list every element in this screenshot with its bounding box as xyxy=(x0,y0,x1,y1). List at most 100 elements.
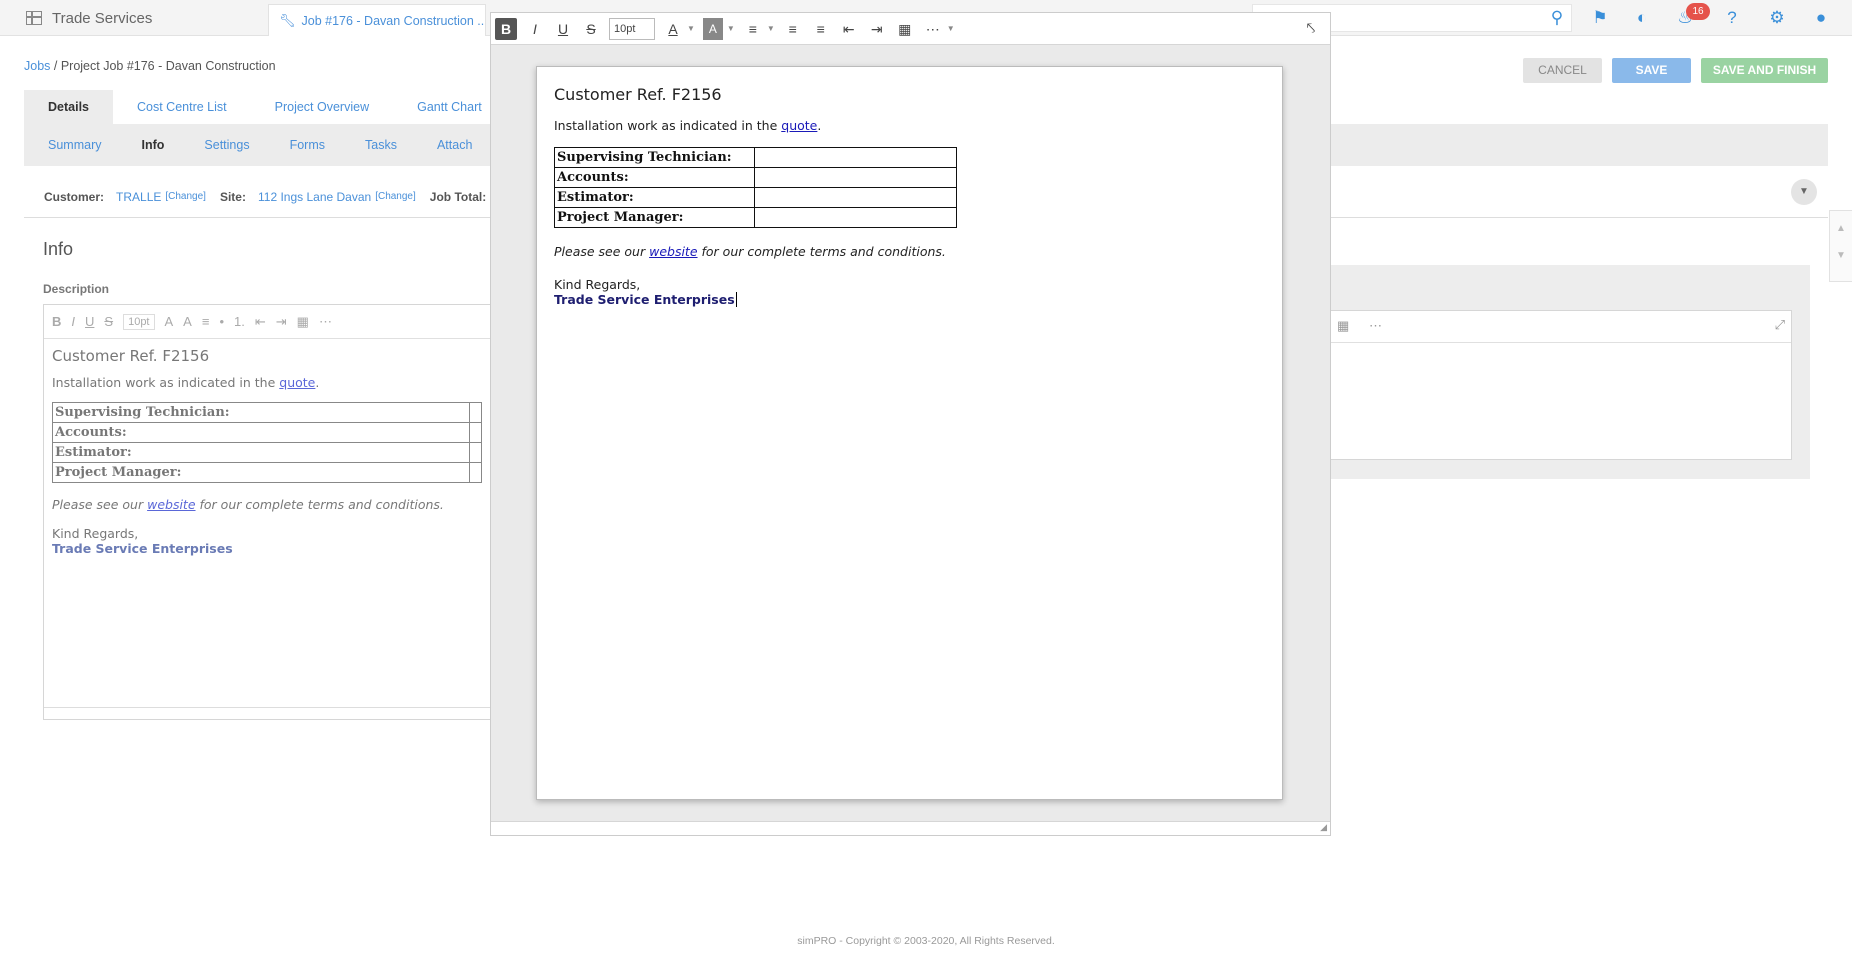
numbered-list-icon[interactable]: 1. xyxy=(234,314,245,329)
tab-gantt-chart[interactable]: Gantt Chart xyxy=(393,90,506,124)
bold-icon[interactable]: B xyxy=(52,314,61,329)
subtab-settings[interactable]: Settings xyxy=(204,138,249,152)
chevron-down-icon[interactable]: ▼ xyxy=(767,24,775,33)
tab-project-overview[interactable]: Project Overview xyxy=(251,90,393,124)
bookmark-icon[interactable]: ⚑ xyxy=(1589,7,1611,29)
subtab-summary[interactable]: Summary xyxy=(48,138,101,152)
text-color-icon[interactable]: A xyxy=(663,18,683,40)
underline-icon[interactable]: U xyxy=(553,18,573,40)
save-and-finish-button[interactable]: SAVE AND FINISH xyxy=(1701,58,1828,83)
role-label: Project Manager: xyxy=(51,462,471,483)
role-value-cell[interactable] xyxy=(469,402,482,423)
app-tab[interactable]: Trade Services xyxy=(0,0,265,36)
customer-value[interactable]: TRALLE xyxy=(116,190,161,204)
regards-text: Kind Regards, xyxy=(554,277,641,292)
collapse-toggle-button[interactable]: ▼ xyxy=(1791,179,1817,205)
numbered-list-icon[interactable]: ≡ xyxy=(811,18,831,40)
intro-paragraph: Installation work as indicated in the qu… xyxy=(554,118,822,133)
chevron-down-icon[interactable]: ▼ xyxy=(947,24,955,33)
bullet-list-icon[interactable]: • xyxy=(219,314,224,329)
fullscreen-editor[interactable]: B I U S 10pt A ▼ A ▼ ≡ ▼ ≡ ≡ ⇤ ⇥ ▦ ⋯ ▼ ⤣… xyxy=(490,12,1331,836)
description-editor-toolbar: B I U S 10pt A A ≡ • 1. ⇤ ⇥ ▦ ⋯ xyxy=(44,305,492,339)
user-icon[interactable]: ● xyxy=(1810,7,1832,29)
table-icon[interactable]: ▦ xyxy=(297,314,309,330)
exit-fullscreen-icon[interactable]: ⤣ xyxy=(1300,18,1322,40)
role-value-cell[interactable] xyxy=(469,462,482,483)
side-scroll-control[interactable]: ▲ ▼ xyxy=(1829,210,1852,282)
role-value-cell[interactable] xyxy=(754,207,957,228)
change-site-link[interactable]: [Change] xyxy=(375,191,416,202)
outdent-icon[interactable]: ⇤ xyxy=(255,314,266,330)
indent-icon[interactable]: ⇥ xyxy=(276,314,287,330)
editor-status-bar xyxy=(44,707,492,719)
search-icon[interactable]: ⚲ xyxy=(1546,7,1568,29)
table-icon[interactable]: ▦ xyxy=(1337,318,1349,334)
highlight-color-icon[interactable]: A xyxy=(702,17,723,40)
breadcrumb-separator: / xyxy=(50,59,61,73)
bold-icon[interactable]: B xyxy=(495,17,517,40)
tab-cost-centre-list[interactable]: Cost Centre List xyxy=(113,90,251,124)
align-icon[interactable]: ≡ xyxy=(202,314,210,329)
roles-table: Supervising Technician: Accounts: Estima… xyxy=(554,147,957,228)
underline-icon[interactable]: U xyxy=(85,314,94,329)
role-label: Estimator: xyxy=(51,442,471,463)
strikethrough-icon[interactable]: S xyxy=(581,18,601,40)
change-customer-link[interactable]: [Change] xyxy=(165,191,206,202)
chevron-down-icon[interactable]: ▼ xyxy=(727,24,735,33)
app-name: Trade Services xyxy=(52,9,153,27)
role-value-cell[interactable] xyxy=(469,422,482,443)
table-icon[interactable]: ▦ xyxy=(895,18,915,40)
resize-handle-icon[interactable]: ◢ xyxy=(1320,822,1327,833)
more-icon[interactable]: ⋯ xyxy=(923,18,943,40)
role-value-cell[interactable] xyxy=(754,147,957,168)
quote-link[interactable]: quote xyxy=(781,118,817,133)
website-link[interactable]: website xyxy=(649,244,697,259)
main-tabs: Details Cost Centre List Project Overvie… xyxy=(24,90,506,124)
align-icon[interactable]: ≡ xyxy=(743,18,763,40)
description-editor[interactable]: B I U S 10pt A A ≡ • 1. ⇤ ⇥ ▦ ⋯ Customer… xyxy=(43,304,493,720)
document-page[interactable]: Customer Ref. F2156 Installation work as… xyxy=(536,66,1283,800)
bullet-list-icon[interactable]: ≡ xyxy=(783,18,803,40)
job-tab[interactable]: 🔧︎ Job #176 - Davan Construction ... xyxy=(268,4,486,36)
more-icon[interactable]: ⋯ xyxy=(319,314,332,330)
cancel-button[interactable]: CANCEL xyxy=(1523,58,1602,83)
subtab-attachments[interactable]: Attach xyxy=(437,138,472,152)
italic-icon[interactable]: I xyxy=(525,18,545,40)
breadcrumb-jobs-link[interactable]: Jobs xyxy=(24,59,50,73)
quote-link[interactable]: quote xyxy=(279,375,315,390)
description-content[interactable]: Customer Ref. F2156 Installation work as… xyxy=(44,339,492,564)
font-size-select[interactable]: 10pt xyxy=(609,17,655,40)
scroll-up-icon[interactable]: ▲ xyxy=(1830,223,1852,234)
scroll-down-icon[interactable]: ▼ xyxy=(1830,250,1852,261)
notes-editor[interactable]: ▦ ⋯ ⤢ xyxy=(1330,310,1792,460)
fullscreen-icon[interactable]: ⤢ xyxy=(1775,317,1785,333)
font-size-select[interactable]: 10pt xyxy=(123,313,155,330)
highlight-color-icon[interactable]: A xyxy=(183,314,192,329)
headset-icon[interactable]: ◐ xyxy=(1631,7,1653,29)
save-button[interactable]: SAVE xyxy=(1612,58,1691,83)
copyright-footer: simPRO - Copyright © 2003-2020, All Righ… xyxy=(797,935,1055,947)
strikethrough-icon[interactable]: S xyxy=(104,314,113,329)
site-label: Site: xyxy=(219,189,246,204)
site-value[interactable]: 112 Ings Lane Davan xyxy=(258,190,371,204)
text-color-icon[interactable]: A xyxy=(165,314,174,329)
gear-icon[interactable]: ⚙ xyxy=(1766,7,1788,29)
subtab-info[interactable]: Info xyxy=(141,138,164,152)
indent-icon[interactable]: ⇥ xyxy=(867,18,887,40)
website-link[interactable]: website xyxy=(147,497,195,512)
subtab-tasks[interactable]: Tasks xyxy=(365,138,397,152)
role-value-cell[interactable] xyxy=(469,442,482,463)
chevron-down-icon[interactable]: ▼ xyxy=(687,24,695,33)
role-value-cell[interactable] xyxy=(754,167,957,188)
italic-icon[interactable]: I xyxy=(71,314,75,329)
role-value-cell[interactable] xyxy=(754,187,957,208)
help-icon[interactable]: ? xyxy=(1721,7,1743,29)
intro-paragraph: Installation work as indicated in the qu… xyxy=(52,375,320,390)
more-icon[interactable]: ⋯ xyxy=(1369,318,1382,334)
tab-details[interactable]: Details xyxy=(24,90,113,124)
table-row: Estimator: xyxy=(51,442,482,463)
subtab-forms[interactable]: Forms xyxy=(290,138,325,152)
breadcrumb: Jobs / Project Job #176 - Davan Construc… xyxy=(24,59,276,73)
company-name: Trade Service Enterprises xyxy=(554,292,737,307)
outdent-icon[interactable]: ⇤ xyxy=(839,18,859,40)
